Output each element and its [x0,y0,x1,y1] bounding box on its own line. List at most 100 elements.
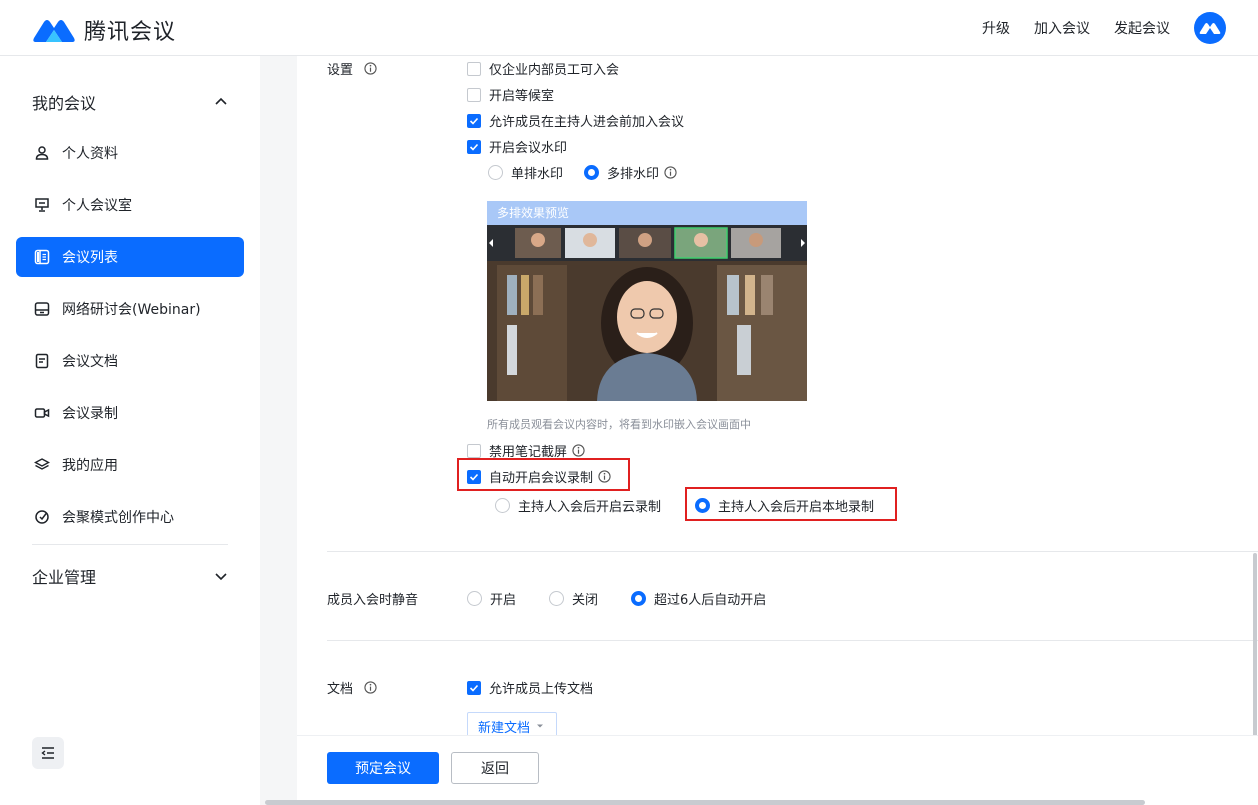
back-button[interactable]: 返回 [451,752,539,784]
sidebar-item-label: 个人会议室 [62,198,132,214]
document-icon [34,353,50,369]
radio-selected [631,591,646,606]
layers-icon [34,457,50,473]
watermark-checkbox[interactable]: 开启会议水印 [467,137,567,156]
radio-selected [584,165,599,180]
mute-on-radio[interactable]: 开启 [467,589,516,608]
radio-label: 单排水印 [511,167,564,182]
join-before-host-checkbox[interactable]: 允许成员在主持人进会前加入会议 [467,111,684,130]
radio-label: 超过6人后自动开启 [654,593,767,608]
checkbox-label: 开启会议水印 [489,141,568,156]
sidebar-group-my-meetings[interactable]: 我的会议 [32,90,228,114]
user-icon [34,145,50,161]
chevron-down-icon [215,573,227,581]
sidebar-item-label: 会议文档 [62,354,118,370]
radio-selected [695,498,710,513]
docs-row-label: 文档 [327,678,377,697]
info-icon[interactable] [598,470,611,483]
checkbox-label: 允许成员在主持人进会前加入会议 [489,115,685,130]
collapse-menu-icon [41,747,54,759]
section-divider [327,551,1258,552]
sidebar-item-label: 个人资料 [62,146,118,162]
preview-title: 多排效果预览 [487,201,807,225]
checkbox-checked [467,469,481,484]
sidebar-item-profile[interactable]: 个人资料 [16,133,244,173]
info-icon[interactable] [664,166,677,179]
check-icon [469,684,479,692]
brand-name: 腾讯会议 [84,20,177,45]
checkbox-label: 自动开启会议录制 [489,471,594,486]
new-document-label: 新建文档 [478,720,531,736]
sidebar-item-personal-room[interactable]: 个人会议室 [16,185,244,225]
single-watermark-radio[interactable]: 单排水印 [488,163,563,182]
radio-label: 主持人入会后开启云录制 [518,500,662,515]
preview-hint: 所有成员观看会议内容时，将看到水印嵌入会议画面中 [487,418,751,431]
sidebar-item-label: 会议列表 [62,250,118,266]
mute-row-label: 成员入会时静音 [327,589,418,608]
radio-circle [495,498,510,513]
checkbox-checked [467,139,481,154]
sidebar-item-meeting-list[interactable]: 会议列表 [16,237,244,277]
mute-label: 成员入会时静音 [327,593,419,608]
avatar[interactable] [1194,12,1226,44]
docs-label: 文档 [327,682,354,697]
footer-actions: 预定会议 返回 [297,735,1258,805]
caret-down-icon [537,724,544,728]
sidebar-item-label: 我的应用 [62,458,118,474]
settings-panel: 设置 仅企业内部员工可入会 开启等候室 允许成员在主持人进会前加入会议 开启会议… [297,56,1258,805]
allow-upload-checkbox[interactable]: 允许成员上传文档 [467,678,593,697]
mute-off-radio[interactable]: 关闭 [549,589,598,608]
checkbox-box [467,87,481,102]
sidebar-item-my-apps[interactable]: 我的应用 [16,445,244,485]
vertical-scrollbar[interactable] [1253,553,1257,753]
radio-label: 多排水印 [607,167,660,182]
waiting-room-checkbox[interactable]: 开启等候室 [467,85,554,104]
sidebar-divider [32,544,228,545]
radio-label: 关闭 [572,593,599,608]
sidebar-item-webinar[interactable]: 网络研讨会(Webinar) [16,289,244,329]
sidebar-item-documents[interactable]: 会议文档 [16,341,244,381]
multi-watermark-radio[interactable]: 多排水印 [584,163,677,182]
sidebar-group-enterprise[interactable]: 企业管理 [32,564,228,588]
sidebar-item-label: 会议录制 [62,406,118,422]
upgrade-link[interactable]: 升级 [982,18,1010,38]
list-icon [34,249,50,265]
checkbox-label: 仅企业内部员工可入会 [489,63,620,78]
info-icon[interactable] [364,681,377,694]
checkbox-checked [467,680,481,695]
internal-only-checkbox[interactable]: 仅企业内部员工可入会 [467,59,619,78]
create-center-icon [34,509,50,525]
checkbox-label: 开启等候室 [489,89,555,104]
sidebar-item-create-center[interactable]: 会聚模式创作中心 [16,497,244,537]
local-record-radio[interactable]: 主持人入会后开启本地录制 [695,496,874,515]
top-header: 腾讯会议 升级 加入会议 发起会议 [0,0,1258,56]
video-icon [34,405,50,421]
horizontal-scrollbar[interactable] [265,800,1145,805]
avatar-logo-icon [1199,23,1221,34]
start-meeting-link[interactable]: 发起会议 [1114,18,1170,38]
section-divider [327,640,1258,641]
webinar-icon [34,301,50,317]
brand-logo[interactable]: 腾讯会议 [32,14,176,46]
radio-circle [488,165,503,180]
tencent-meeting-logo-icon [33,20,75,42]
sidebar: 我的会议 个人资料 个人会议室 会议列表 网络研讨会(Webinar) 会议文档… [0,56,260,805]
check-icon [469,117,479,125]
join-meeting-link[interactable]: 加入会议 [1034,18,1090,38]
info-icon[interactable] [572,444,585,457]
sidebar-item-recordings[interactable]: 会议录制 [16,393,244,433]
schedule-meeting-button[interactable]: 预定会议 [327,752,439,784]
collapse-sidebar-button[interactable] [32,737,64,769]
info-icon[interactable] [364,62,377,75]
watermark-preview-image: 多排效果预览 [487,201,807,401]
auto-record-checkbox[interactable]: 自动开启会议录制 [467,467,611,486]
radio-label: 主持人入会后开启本地录制 [718,500,875,515]
cloud-record-radio[interactable]: 主持人入会后开启云录制 [495,496,661,515]
settings-label: 设置 [327,63,354,78]
check-icon [469,143,479,151]
mute-auto-radio[interactable]: 超过6人后自动开启 [631,589,766,608]
check-icon [469,473,479,481]
checkbox-checked [467,113,481,128]
sidebar-group-label: 企业管理 [32,568,97,587]
checkbox-box [467,443,481,458]
